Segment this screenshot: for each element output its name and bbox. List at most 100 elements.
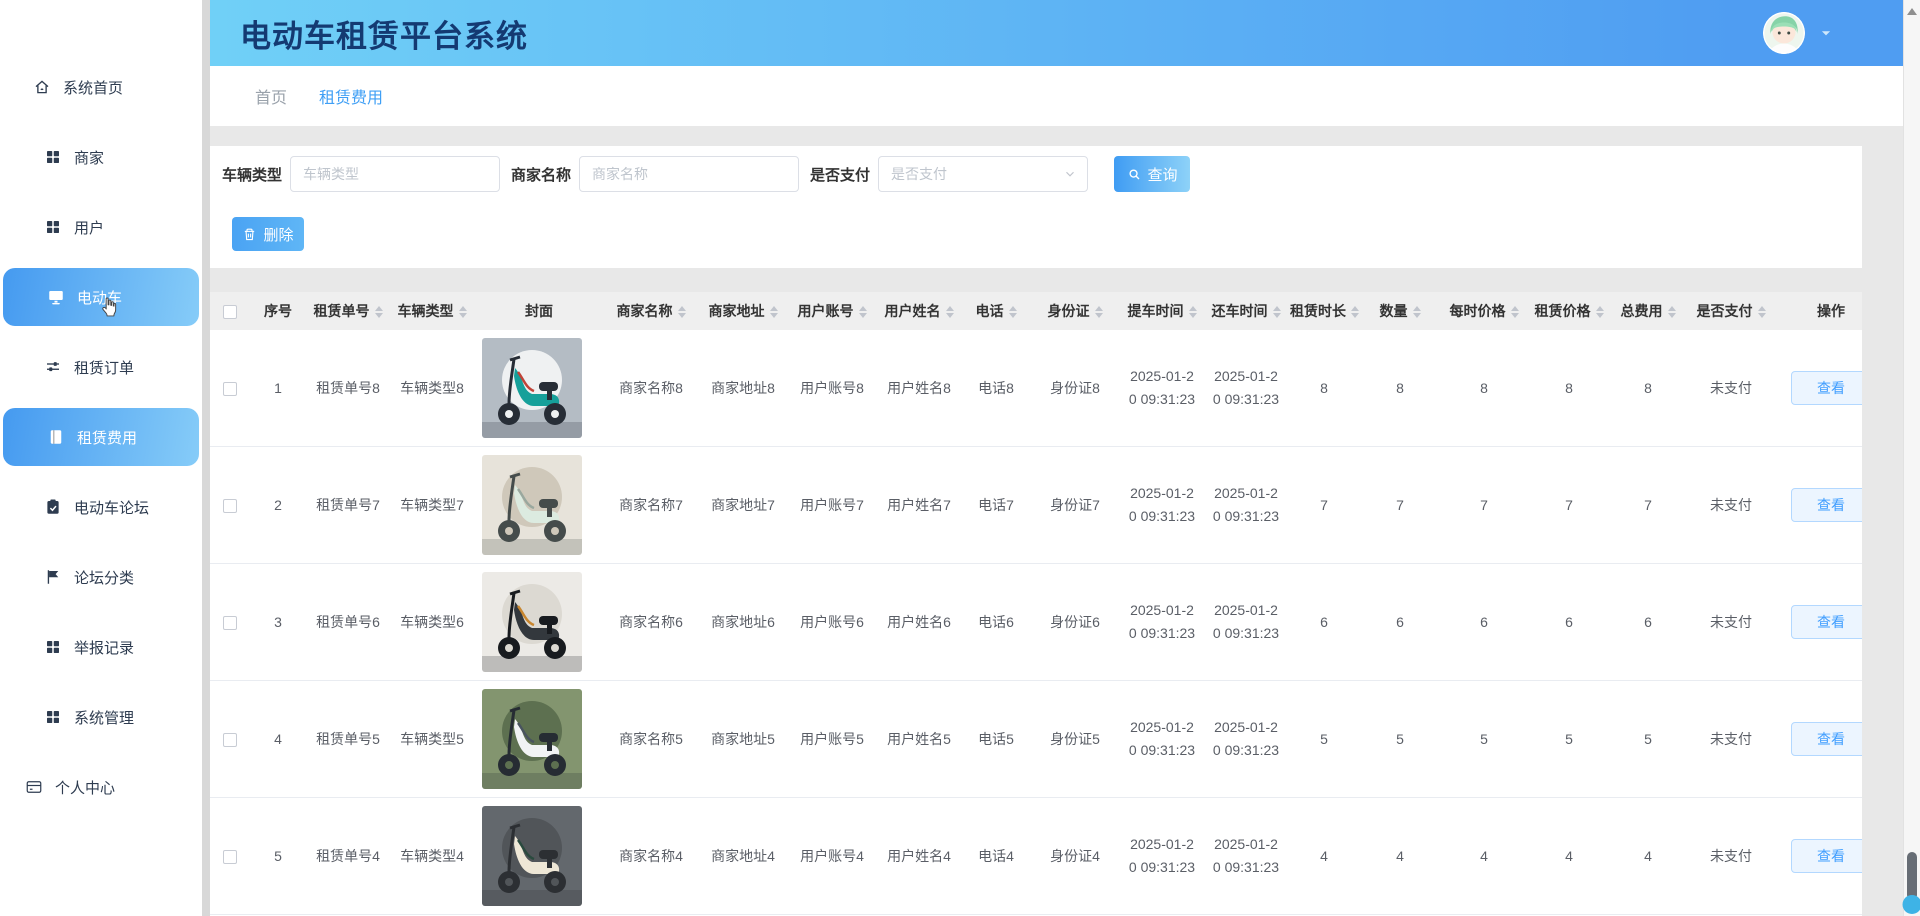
sidebar-item-report-record[interactable]: 举报记录 (0, 612, 202, 682)
view-button[interactable]: 查看 (1791, 605, 1862, 639)
row-checkbox[interactable] (223, 382, 237, 397)
sidebar-item-rental-fee[interactable]: 租赁费用 (3, 408, 199, 466)
cell-quantity: 4 (1360, 797, 1440, 915)
cell-user_account: 用户账号7 (788, 446, 876, 564)
cell-quantity: 6 (1360, 563, 1440, 681)
view-button[interactable]: 查看 (1791, 839, 1862, 873)
scrollbar[interactable] (1902, 0, 1920, 916)
sort-caret-icon (458, 306, 467, 319)
cell-duration: 6 (1288, 563, 1360, 681)
cell-order_no: 租赁单号7 (306, 446, 390, 564)
column-label: 用户姓名 (884, 303, 941, 319)
column-merchant_name[interactable]: 商家名称 (604, 292, 698, 330)
view-button[interactable]: 查看 (1791, 371, 1862, 405)
vehicle-cover-image[interactable] (482, 455, 582, 555)
grid-icon (44, 638, 62, 656)
column-label: 总费用 (1620, 303, 1663, 319)
row-checkbox[interactable] (223, 616, 237, 631)
vehicle-cover-image[interactable] (482, 806, 582, 906)
cell-total_fee: 7 (1610, 446, 1686, 564)
cell-checkbox (210, 797, 250, 915)
cell-action: 查看 (1776, 680, 1862, 798)
select-all-checkbox[interactable] (223, 305, 237, 320)
search-button[interactable]: 查询 (1114, 156, 1191, 192)
vehicle-cover-image[interactable] (482, 338, 582, 438)
sort-caret-icon (1412, 306, 1421, 319)
row-checkbox[interactable] (223, 733, 237, 748)
sort-caret-icon (1595, 306, 1604, 319)
main-content: 电动车租赁平台系统 首页 租赁费用 车辆类型 车辆类型 商家名称 商家名称 是否… (210, 0, 1903, 916)
column-id_card[interactable]: 身份证 (1030, 292, 1120, 330)
cell-merchant_addr: 商家地址4 (698, 797, 788, 915)
is-paid-label: 是否支付 (810, 166, 871, 184)
sidebar-item-system-manage[interactable]: 系统管理 (0, 682, 202, 752)
cell-user_name: 用户姓名7 (876, 446, 962, 564)
cell-order_no: 租赁单号8 (306, 330, 390, 447)
column-order_no[interactable]: 租赁单号 (306, 292, 390, 330)
column-paid_status[interactable]: 是否支付 (1686, 292, 1776, 330)
cell-checkbox (210, 446, 250, 564)
cell-id_card: 身份证8 (1030, 330, 1120, 447)
column-rent_price[interactable]: 租赁价格 (1528, 292, 1610, 330)
delete-button[interactable]: 删除 (232, 217, 304, 251)
column-user_name[interactable]: 用户姓名 (876, 292, 962, 330)
column-label: 每时价格 (1449, 303, 1506, 319)
column-label: 提车时间 (1127, 303, 1184, 319)
is-paid-select[interactable]: 是否支付 (878, 156, 1089, 192)
scrollbar-thumb-ball (1902, 895, 1920, 914)
sidebar-item-merchant[interactable]: 商家 (0, 122, 202, 192)
column-return_time[interactable]: 还车时间 (1204, 292, 1288, 330)
column-quantity[interactable]: 数量 (1360, 292, 1440, 330)
cell-paid_status: 未支付 (1686, 797, 1776, 915)
column-user_account[interactable]: 用户账号 (788, 292, 876, 330)
sidebar-item-user[interactable]: 用户 (0, 192, 202, 262)
column-merchant_addr[interactable]: 商家地址 (698, 292, 788, 330)
vehicle-cover-image[interactable] (482, 572, 582, 672)
cell-return_time: 2025-01-2 0 09:31:23 (1204, 446, 1288, 564)
vehicle-type-filter: 车辆类型 (222, 156, 501, 192)
vehicle-photo (482, 338, 582, 438)
tab-rental-fee[interactable]: 租赁费用 (319, 84, 383, 108)
filter-panel: 车辆类型 商家名称 是否支付 是否支付 (210, 146, 1862, 268)
view-button[interactable]: 查看 (1791, 488, 1862, 522)
cell-return_time: 2025-01-2 0 09:31:23 (1204, 563, 1288, 681)
column-phone[interactable]: 电话 (962, 292, 1030, 330)
scrollbar-thumb[interactable] (1902, 852, 1920, 914)
view-button[interactable]: 查看 (1791, 722, 1862, 756)
column-total_fee[interactable]: 总费用 (1610, 292, 1686, 330)
sidebar-item-rental-order[interactable]: 租赁订单 (0, 332, 202, 402)
table-row: 1 租赁单号8 车辆类型8 商家名称8 商家地址8 用户账号8 用户姓名8 电话8 身份证8 20… (210, 330, 1862, 447)
cell-index: 1 (250, 330, 306, 447)
sidebar-item-forum-category[interactable]: 论坛分类 (0, 542, 202, 612)
column-label: 电话 (975, 303, 1004, 319)
sort-caret-icon (374, 306, 383, 319)
merchant-name-input[interactable] (579, 156, 800, 192)
column-pickup_time[interactable]: 提车时间 (1120, 292, 1204, 330)
cell-user_name: 用户姓名4 (876, 797, 962, 915)
row-checkbox[interactable] (223, 499, 237, 514)
cell-duration: 8 (1288, 330, 1360, 447)
vehicle-cover-image[interactable] (482, 689, 582, 789)
vehicle-type-input[interactable] (290, 156, 501, 192)
cell-hourly_price: 6 (1440, 563, 1528, 681)
cell-action: 查看 (1776, 446, 1862, 564)
sidebar-item-ebike[interactable]: 电动车 (3, 268, 199, 326)
sort-caret-icon (1510, 306, 1519, 319)
cell-vehicle_type: 车辆类型6 (390, 563, 474, 681)
chevron-down-icon[interactable] (1819, 26, 1833, 40)
column-duration[interactable]: 租赁时长 (1288, 292, 1360, 330)
column-hourly_price[interactable]: 每时价格 (1440, 292, 1528, 330)
avatar[interactable] (1763, 12, 1805, 54)
table-row: 5 租赁单号4 车辆类型4 商家名称4 商家地址4 用户账号4 用户姓名4 电话4 身份证4 20… (210, 797, 1862, 915)
row-checkbox[interactable] (223, 850, 237, 865)
tab-home[interactable]: 首页 (255, 84, 287, 108)
sidebar-item-profile[interactable]: 个人中心 (0, 752, 202, 822)
cell-pickup_time: 2025-01-2 0 09:31:23 (1120, 446, 1204, 564)
column-vehicle_type[interactable]: 车辆类型 (390, 292, 474, 330)
sidebar-item-ebike-forum[interactable]: 电动车论坛 (0, 472, 202, 542)
sidebar-item-home[interactable]: 系统首页 (0, 52, 202, 122)
sort-caret-icon (677, 306, 686, 319)
page-title: 电动车租赁平台系统 (240, 18, 528, 54)
scrollbar-up-arrow[interactable] (1907, 8, 1917, 15)
cell-order_no: 租赁单号5 (306, 680, 390, 798)
